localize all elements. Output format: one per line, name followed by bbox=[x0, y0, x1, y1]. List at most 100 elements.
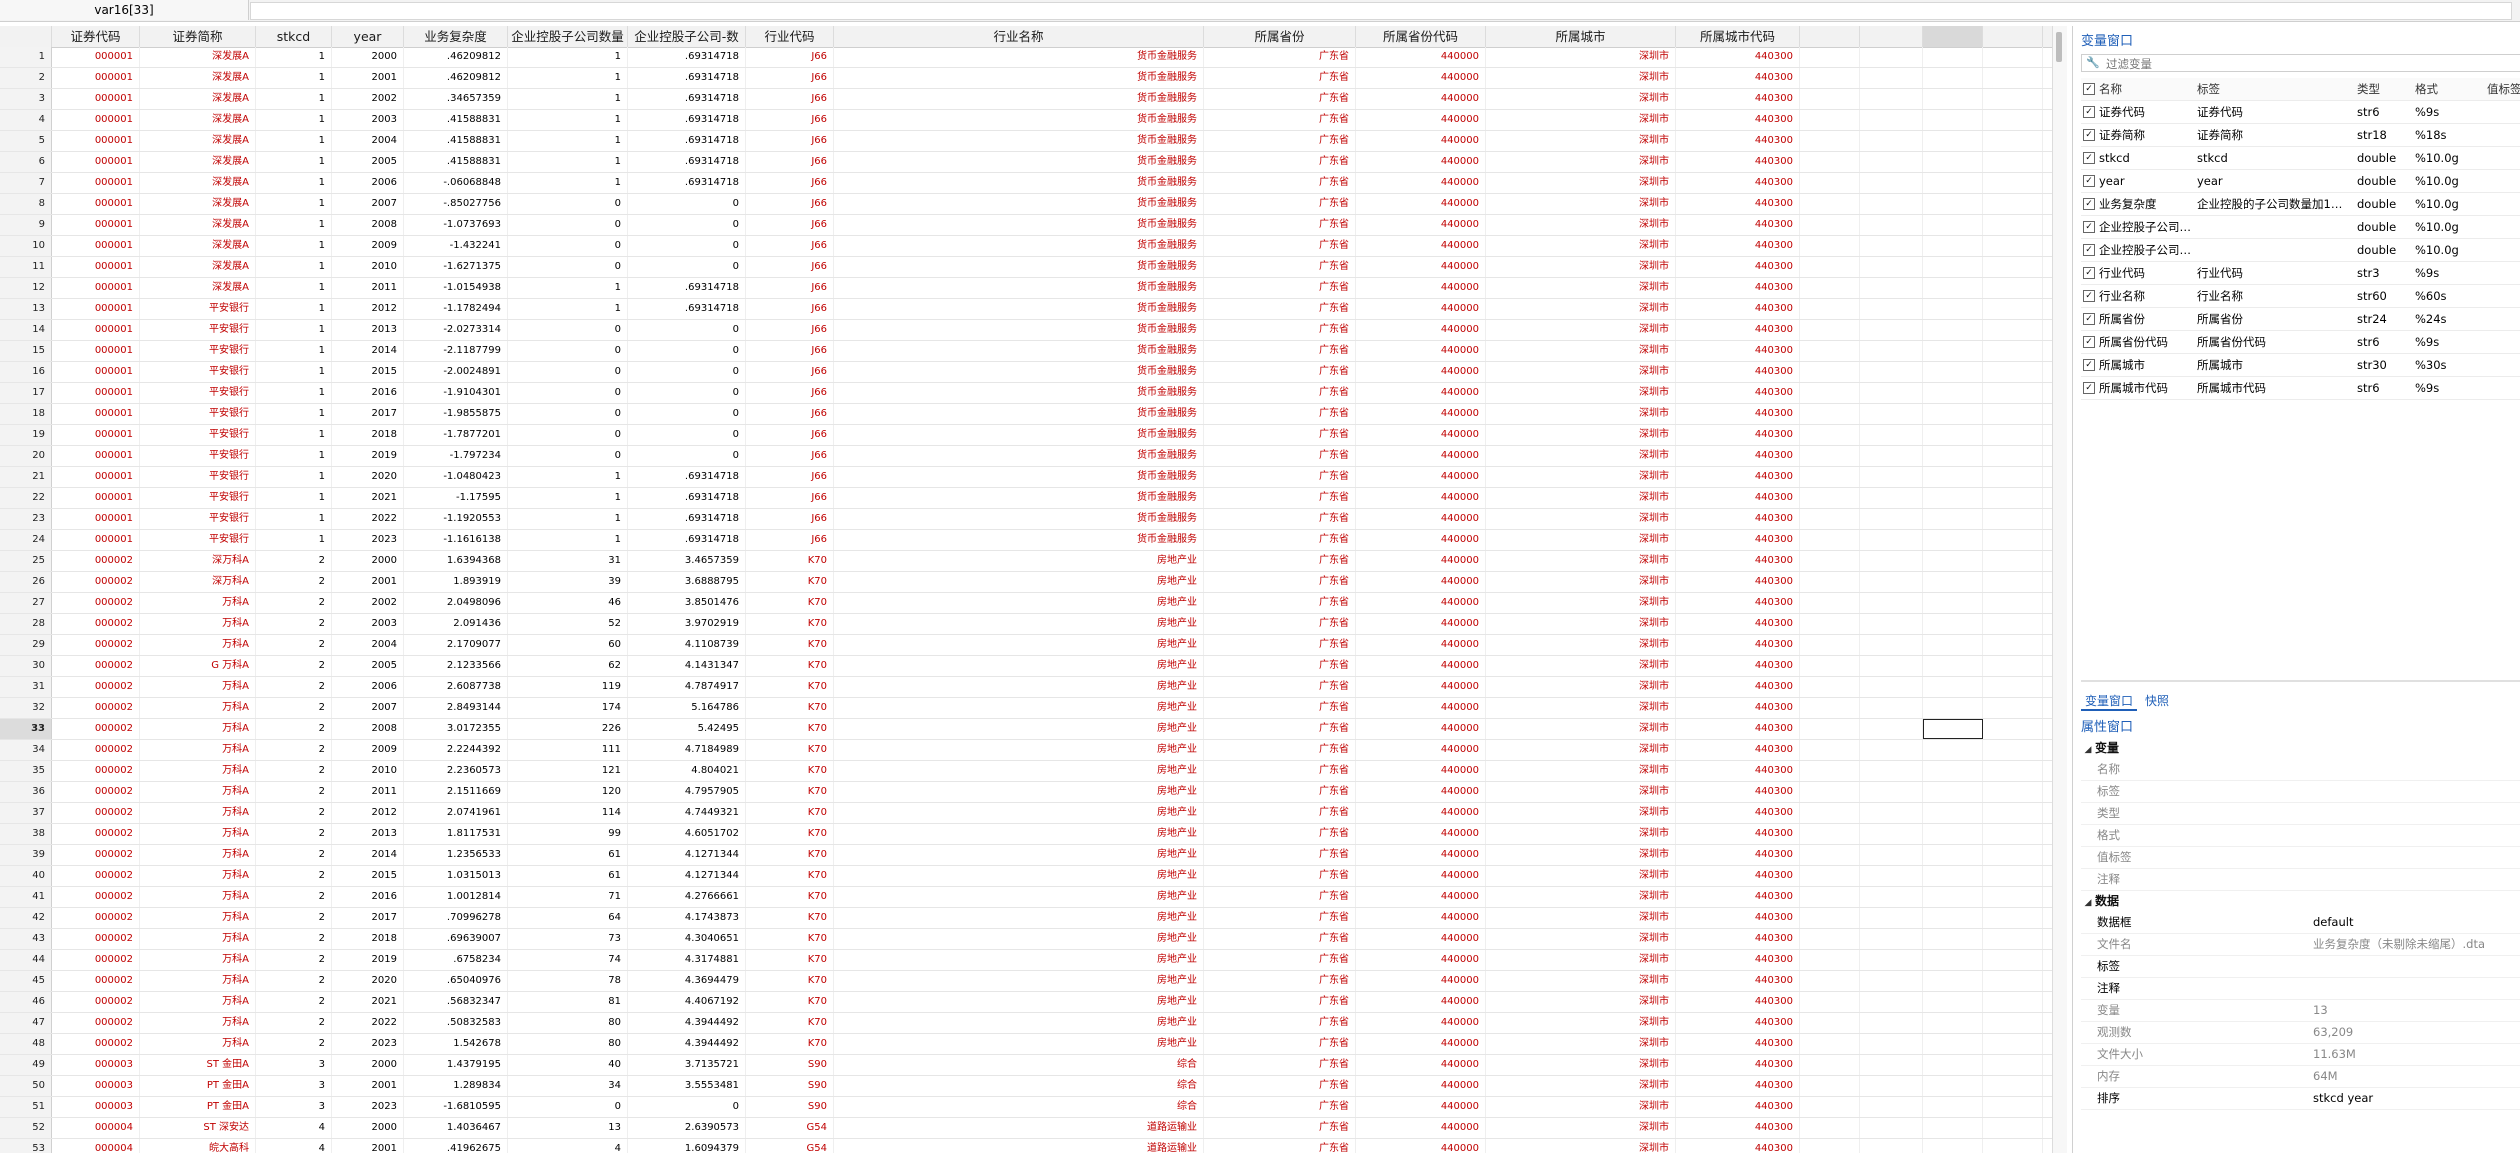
property-row[interactable]: 标签 bbox=[2081, 956, 2520, 978]
table-cell[interactable]: K70 bbox=[746, 1034, 834, 1054]
table-cell[interactable]: 60 bbox=[508, 635, 628, 655]
table-cell[interactable]: 货币金融服务 bbox=[834, 383, 1204, 403]
table-cell[interactable]: 0 bbox=[628, 215, 746, 235]
tab-variables[interactable]: 变量窗口 bbox=[2081, 692, 2138, 711]
table-row[interactable]: 41 000002 万科A 2 2016 1.0012814 71 4.2766661 K70 房… bbox=[0, 887, 2052, 908]
table-cell[interactable]: 深圳市 bbox=[1486, 425, 1676, 445]
table-cell[interactable]: 000002 bbox=[52, 950, 140, 970]
table-cell[interactable]: 深圳市 bbox=[1486, 215, 1676, 235]
variable-row[interactable]: ✓ 企业控股子公司… double %10.0g bbox=[2081, 239, 2520, 262]
table-cell[interactable]: 2002 bbox=[332, 89, 404, 109]
row-number[interactable]: 31 bbox=[0, 677, 52, 697]
empty-cell[interactable] bbox=[1800, 929, 1860, 949]
table-cell[interactable]: 深发展A bbox=[140, 278, 256, 298]
table-cell[interactable]: 000001 bbox=[52, 509, 140, 529]
table-cell[interactable]: 440300 bbox=[1676, 194, 1800, 214]
table-cell[interactable]: 2016 bbox=[332, 887, 404, 907]
table-cell[interactable]: 1 bbox=[256, 194, 332, 214]
table-cell[interactable]: 000002 bbox=[52, 803, 140, 823]
table-cell[interactable]: -.06068848 bbox=[404, 173, 508, 193]
empty-cell[interactable] bbox=[1800, 719, 1860, 739]
table-row[interactable]: 17 000001 平安银行 1 2016 -1.9104301 0 0 J66 货币金融服务 广东… bbox=[0, 383, 2052, 404]
table-cell[interactable]: 440000 bbox=[1356, 803, 1486, 823]
table-cell[interactable]: 1.6094379 bbox=[628, 1139, 746, 1153]
table-cell[interactable]: 广东省 bbox=[1204, 677, 1356, 697]
empty-cell[interactable] bbox=[1800, 845, 1860, 865]
table-cell[interactable]: 3 bbox=[256, 1097, 332, 1117]
empty-cell[interactable] bbox=[1923, 740, 1983, 760]
table-cell[interactable]: 深圳市 bbox=[1486, 866, 1676, 886]
empty-cell[interactable] bbox=[1983, 551, 2043, 571]
empty-cell[interactable] bbox=[1860, 278, 1923, 298]
table-cell[interactable]: 2020 bbox=[332, 467, 404, 487]
table-row[interactable]: 13 000001 平安银行 1 2012 -1.1782494 1.69314718 J66… bbox=[0, 299, 2052, 320]
table-row[interactable]: 51 000003 PT 金田A 3 2023 -1.6810595 0 0 S90 综合 广东省 4… bbox=[0, 1097, 2052, 1118]
table-row[interactable]: 48 000002 万科A 2 2023 1.542678 80 4.3944492 K70 房地… bbox=[0, 1034, 2052, 1055]
table-cell[interactable]: 440000 bbox=[1356, 1013, 1486, 1033]
table-cell[interactable]: 000001 bbox=[52, 404, 140, 424]
row-number[interactable]: 29 bbox=[0, 635, 52, 655]
row-number[interactable]: 5 bbox=[0, 131, 52, 151]
table-cell[interactable]: 深圳市 bbox=[1486, 845, 1676, 865]
table-row[interactable]: 7 000001 深发展A 1 2006 -.06068848 1.69314718 J66 货… bbox=[0, 173, 2052, 194]
table-cell[interactable]: J66 bbox=[746, 383, 834, 403]
table-cell[interactable]: 440000 bbox=[1356, 467, 1486, 487]
property-row[interactable]: 数据框 default bbox=[2081, 912, 2520, 934]
row-number[interactable]: 46 bbox=[0, 992, 52, 1012]
empty-cell[interactable] bbox=[1800, 341, 1860, 361]
table-cell[interactable]: 2013 bbox=[332, 824, 404, 844]
empty-cell[interactable] bbox=[1983, 740, 2043, 760]
table-cell[interactable]: 000002 bbox=[52, 929, 140, 949]
table-cell[interactable]: 深圳市 bbox=[1486, 614, 1676, 634]
table-cell[interactable]: ST 金田A bbox=[140, 1055, 256, 1075]
table-cell[interactable]: -1.9104301 bbox=[404, 383, 508, 403]
empty-cell[interactable] bbox=[1860, 551, 1923, 571]
table-cell[interactable]: 深发展A bbox=[140, 110, 256, 130]
table-cell[interactable]: 440000 bbox=[1356, 1034, 1486, 1054]
empty-cell[interactable] bbox=[1923, 173, 1983, 193]
table-cell[interactable]: 000001 bbox=[52, 89, 140, 109]
table-row[interactable]: 29 000002 万科A 2 2004 2.1709077 60 4.1108739 K70 房… bbox=[0, 635, 2052, 656]
empty-cell[interactable] bbox=[1860, 1034, 1923, 1054]
table-cell[interactable]: 万科A bbox=[140, 803, 256, 823]
table-row[interactable]: 27 000002 万科A 2 2002 2.0498096 46 3.8501476 K70 房… bbox=[0, 593, 2052, 614]
table-cell[interactable]: 万科A bbox=[140, 677, 256, 697]
table-row[interactable]: 1 000001 深发展A 1 2000.46209812 1.69314718 J66 货币… bbox=[0, 47, 2052, 68]
empty-cell[interactable] bbox=[1923, 1118, 1983, 1138]
row-number[interactable]: 41 bbox=[0, 887, 52, 907]
empty-cell[interactable] bbox=[1983, 824, 2043, 844]
table-cell[interactable]: 深圳市 bbox=[1486, 152, 1676, 172]
table-cell[interactable]: PT 金田A bbox=[140, 1097, 256, 1117]
table-cell[interactable]: 2022 bbox=[332, 1013, 404, 1033]
table-cell[interactable]: 2010 bbox=[332, 257, 404, 277]
table-row[interactable]: 43 000002 万科A 2 2018.69639007 73 4.3040651 K70 房… bbox=[0, 929, 2052, 950]
table-cell[interactable]: 000002 bbox=[52, 551, 140, 571]
table-cell[interactable]: 广东省 bbox=[1204, 740, 1356, 760]
row-number[interactable]: 32 bbox=[0, 698, 52, 718]
empty-cell[interactable] bbox=[1923, 866, 1983, 886]
table-cell[interactable]: 广东省 bbox=[1204, 131, 1356, 151]
empty-cell[interactable] bbox=[1800, 992, 1860, 1012]
empty-cell[interactable] bbox=[1800, 320, 1860, 340]
empty-cell[interactable] bbox=[1983, 992, 2043, 1012]
table-cell[interactable]: .50832583 bbox=[404, 1013, 508, 1033]
table-cell[interactable]: 000001 bbox=[52, 320, 140, 340]
table-cell[interactable]: 440300 bbox=[1676, 68, 1800, 88]
empty-cell[interactable] bbox=[1860, 530, 1923, 550]
table-cell[interactable]: J66 bbox=[746, 194, 834, 214]
table-cell[interactable]: 深发展A bbox=[140, 236, 256, 256]
row-number[interactable]: 53 bbox=[0, 1139, 52, 1153]
table-cell[interactable]: 房地产业 bbox=[834, 719, 1204, 739]
empty-cell[interactable] bbox=[1983, 173, 2043, 193]
empty-cell[interactable] bbox=[1860, 803, 1923, 823]
table-cell[interactable]: 440300 bbox=[1676, 761, 1800, 781]
table-cell[interactable]: 000001 bbox=[52, 278, 140, 298]
table-cell[interactable]: 深发展A bbox=[140, 215, 256, 235]
table-cell[interactable]: 深圳市 bbox=[1486, 320, 1676, 340]
table-cell[interactable]: 000002 bbox=[52, 593, 140, 613]
table-cell[interactable]: 2006 bbox=[332, 173, 404, 193]
row-number[interactable]: 35 bbox=[0, 761, 52, 781]
scrollbar-thumb[interactable] bbox=[2056, 32, 2062, 62]
table-cell[interactable]: 2 bbox=[256, 677, 332, 697]
select-all-checkbox[interactable]: ✓ bbox=[2083, 83, 2095, 95]
